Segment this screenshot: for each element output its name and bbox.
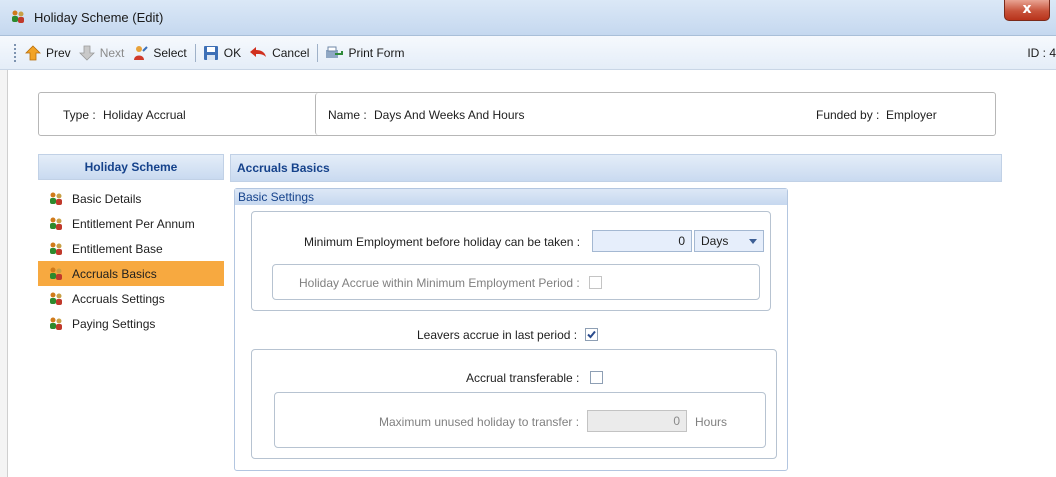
next-button[interactable]: Next [78,45,125,61]
type-value: Holiday Accrual [103,108,186,122]
undo-arrow-icon [250,46,267,57]
nav-item-accruals-settings[interactable]: Accruals Settings [38,286,224,311]
content-title: Accruals Basics [230,154,1002,182]
people-group-icon [12,10,24,23]
window-title: Holiday Scheme (Edit) [34,10,164,25]
funded-by-label: Funded by : [816,108,880,122]
checkmark-icon [587,330,596,339]
accrue-within-label: Holiday Accrue within Minimum Employment… [299,276,580,290]
people-group-icon [50,192,62,205]
leavers-label: Leavers accrue in last period : [417,328,578,342]
toolbar-separator [317,43,319,62]
people-group-icon [50,317,62,330]
section-title: Basic Settings [235,189,787,205]
select-label: Select [153,45,187,60]
nav-item-label: Accruals Basics [72,266,157,281]
min-employment-label: Minimum Employment before holiday can be… [304,235,581,249]
toolbar-separator [194,43,196,62]
min-employment-group: Minimum Employment before holiday can be… [251,211,771,311]
cancel-button[interactable]: Cancel [249,45,309,61]
name-box: Name : Days And Weeks And Hours Funded b… [315,93,993,135]
nav-item-label: Basic Details [72,191,142,206]
max-unused-subgroup: Maximum unused holiday to transfer : 0 H… [274,392,766,448]
name-value: Days And Weeks And Hours [374,108,525,122]
person-select-icon [134,45,149,60]
min-employment-unit-value: Days [701,234,729,248]
prev-label: Prev [46,45,71,60]
select-button[interactable]: Select [132,45,187,61]
people-group-icon [50,242,62,255]
max-unused-input[interactable]: 0 [587,410,687,432]
people-group-icon [50,292,62,305]
transferable-checkbox[interactable] [590,371,603,384]
ok-button[interactable]: OK [203,45,241,61]
nav-item-label: Paying Settings [72,316,156,331]
people-group-icon [50,217,62,230]
nav-item-paying-settings[interactable]: Paying Settings [38,311,224,336]
ok-label: OK [223,45,242,60]
nav-item-entitlement-base[interactable]: Entitlement Base [38,236,224,261]
min-employment-unit-select[interactable]: Days [694,230,764,252]
type-label: Type : [63,108,96,122]
people-group-icon [50,267,62,280]
max-unused-unit: Hours [695,415,728,429]
leavers-checkbox[interactable] [585,328,598,341]
nav-list: Basic Details Entitlement Per Annum Enti… [38,186,224,336]
title-bar: Holiday Scheme (Edit) x [0,0,1056,36]
arrow-up-icon [25,44,41,60]
left-edge [0,70,8,477]
header-info-panel: Type : Holiday Accrual Name : Days And W… [38,92,996,136]
nav-item-label: Entitlement Per Annum [72,216,195,231]
nav-item-entitlement-per-annum[interactable]: Entitlement Per Annum [38,211,224,236]
basic-settings-section: Basic Settings Minimum Employment before… [234,188,788,471]
arrow-down-icon [78,45,95,61]
transferable-group: Accrual transferable : Maximum unused ho… [251,349,777,459]
nav-item-basic-details[interactable]: Basic Details [38,186,224,211]
transferable-label: Accrual transferable : [466,371,580,385]
accrue-within-checkbox[interactable] [589,276,602,289]
save-disk-icon [203,45,218,60]
nav-item-label: Entitlement Base [72,241,163,256]
toolbar: Prev Next Select OK Cancel Print Form [0,36,1056,70]
cancel-label: Cancel [272,45,310,60]
print-form-button[interactable]: Print Form [325,45,404,61]
print-form-label: Print Form [348,45,405,60]
chevron-down-icon [749,239,757,244]
record-id: ID : 4 [1027,46,1056,60]
next-label: Next [99,45,125,60]
print-form-icon [326,46,344,58]
nav-item-label: Accruals Settings [72,291,165,306]
close-button[interactable]: x [1004,0,1050,21]
accrue-within-subgroup: Holiday Accrue within Minimum Employment… [272,264,760,300]
name-label: Name : [328,108,367,122]
holiday-scheme-window: Holiday Scheme (Edit) x Prev Next Select [0,0,1056,477]
min-employment-input[interactable]: 0 [592,230,692,252]
nav-header: Holiday Scheme [38,154,224,180]
toolbar-grip[interactable] [14,43,17,62]
funded-by-value: Employer [886,108,937,122]
max-unused-label: Maximum unused holiday to transfer : [379,415,580,429]
prev-button[interactable]: Prev [25,44,71,61]
nav-item-accruals-basics[interactable]: Accruals Basics [38,261,224,286]
